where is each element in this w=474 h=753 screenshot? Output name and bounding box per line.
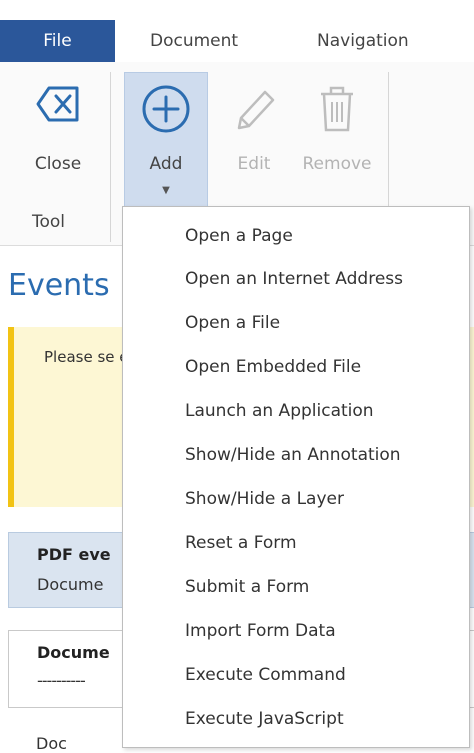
menu-item-label: Open Embedded File xyxy=(185,357,362,377)
menu-item-label: Open a File xyxy=(185,313,281,333)
remove-button[interactable]: Remove xyxy=(294,66,380,194)
menu-item-label: Show/Hide an Annotation xyxy=(185,445,401,465)
menu-item-label: Open a Page xyxy=(185,226,293,246)
remove-label: Remove xyxy=(302,154,372,174)
menu-item-label: Execute JavaScript xyxy=(185,709,344,729)
document-card-title: Docume xyxy=(37,643,110,662)
menu-item-open-page[interactable]: Open a Page xyxy=(123,215,469,258)
tab-document[interactable]: Document xyxy=(150,20,238,62)
add-circle-icon xyxy=(140,83,192,139)
backspace-icon xyxy=(35,84,81,128)
menu-item-open-embedded-file[interactable]: Open Embedded File xyxy=(123,346,469,389)
page-title: Events xyxy=(8,268,110,303)
menu-item-label: Import Form Data xyxy=(185,621,336,641)
menu-item-launch-application[interactable]: Launch an Application xyxy=(123,390,469,433)
add-dropdown-menu: Open a Page Open an Internet Address Ope… xyxy=(122,206,470,748)
edit-button[interactable]: Edit xyxy=(216,66,292,194)
add-label: Add xyxy=(149,154,183,174)
menu-item-show-hide-layer[interactable]: Show/Hide a Layer xyxy=(123,478,469,521)
event-card-subtitle: Docume xyxy=(37,575,104,594)
tab-file[interactable]: File xyxy=(0,20,115,62)
trash-icon xyxy=(317,84,357,140)
menu-item-label: Reset a Form xyxy=(185,533,297,553)
menu-item-label: Launch an Application xyxy=(185,401,374,421)
edit-label: Edit xyxy=(237,154,271,174)
tab-navigation[interactable]: Navigation xyxy=(317,20,409,62)
menu-item-reset-form[interactable]: Reset a Form xyxy=(123,522,469,565)
document-card-separator: ---------- xyxy=(37,671,86,690)
add-button[interactable]: Add ▼ xyxy=(124,72,208,218)
menu-item-open-internet-address[interactable]: Open an Internet Address xyxy=(123,258,469,301)
menu-item-execute-javascript[interactable]: Execute JavaScript xyxy=(123,698,469,741)
menu-item-label: Show/Hide a Layer xyxy=(185,489,344,509)
menu-item-import-form-data[interactable]: Import Form Data xyxy=(123,610,469,653)
menu-item-label: Open an Internet Address xyxy=(185,269,404,289)
close-label: Close xyxy=(34,154,82,174)
pencil-icon xyxy=(231,84,277,140)
menu-item-submit-form[interactable]: Submit a Form xyxy=(123,566,469,609)
menu-item-show-hide-annotation[interactable]: Show/Hide an Annotation xyxy=(123,434,469,477)
ribbon-divider xyxy=(110,72,111,242)
ribbon-group-label: Tool xyxy=(32,212,66,232)
dropdown-caret-icon: ▼ xyxy=(162,185,170,196)
menu-item-label: Submit a Form xyxy=(185,577,310,597)
menu-item-label: Execute Command xyxy=(185,665,346,685)
bottom-item-label: Doc xyxy=(36,734,67,753)
close-button[interactable]: Close xyxy=(20,66,96,194)
event-card-title: PDF eve xyxy=(37,545,111,564)
menu-item-open-file[interactable]: Open a File xyxy=(123,302,469,345)
tab-bar: File Document Navigation xyxy=(0,0,474,62)
menu-item-execute-command[interactable]: Execute Command xyxy=(123,654,469,697)
